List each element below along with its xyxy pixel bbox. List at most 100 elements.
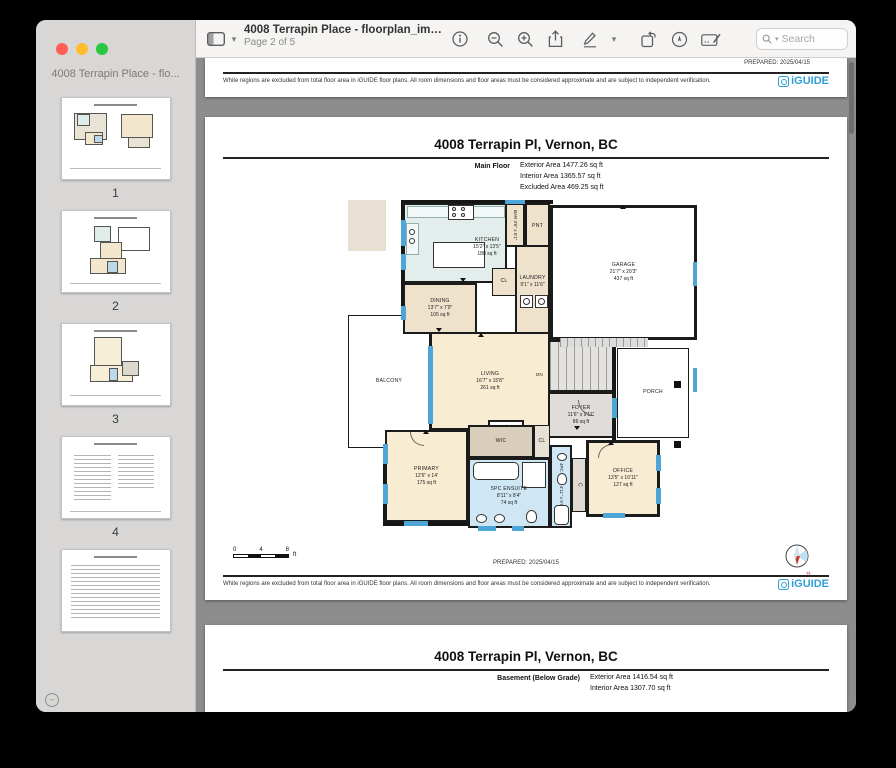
search-chevron-icon: ▾ (775, 36, 779, 43)
document-title-block: 4008 Terrapin Place - floorplan_imperi..… (244, 24, 444, 48)
room-foyer: FOYER 11'6" x 9'11" 86 sq ft (548, 392, 614, 438)
compass-icon: N (783, 543, 813, 577)
thumbnail-sidebar: 4008 Terrapin Place - flo... 1 2 3 4 – (36, 20, 196, 712)
room-pantry: PNT (525, 203, 550, 251)
toolbar: ▾ 4008 Terrapin Place - floorplan_imperi… (196, 20, 856, 58)
pdf-page-3: 4008 Terrapin Pl, Vernon, BC Basement (B… (205, 625, 847, 712)
thumbnail-page-number: 4 (112, 525, 119, 539)
rotate-left-icon[interactable] (637, 20, 659, 58)
page-thumbnail-2[interactable]: 2 (60, 210, 171, 313)
window-marker (505, 200, 525, 204)
thumbnail-list: 1 2 3 4 (36, 97, 195, 682)
vertical-scrollbar[interactable] (849, 62, 854, 134)
prepared-date: PREPARED: 2025/04/15 (744, 60, 810, 66)
thumbnail-page-number: 3 (112, 412, 119, 426)
thumbnail-image-2[interactable] (60, 210, 171, 293)
thumbnail-page-number: 2 (112, 299, 119, 313)
sidebar-zoom-icon[interactable]: – (45, 693, 59, 707)
door-arrow (608, 441, 614, 445)
door-arrow (620, 205, 626, 209)
close-button[interactable] (56, 43, 68, 55)
window-marker (428, 346, 433, 424)
porch-post (674, 441, 681, 448)
page-thumbnail-1[interactable]: 1 (60, 97, 171, 200)
window-marker (401, 306, 406, 320)
sidebar-doc-title: 4008 Terrapin Place - flo... (51, 68, 180, 80)
page-title: 4008 Terrapin Pl, Vernon, BC (434, 137, 618, 152)
window-marker (656, 488, 661, 504)
thumbnail-image-1[interactable] (60, 97, 171, 180)
minimize-button[interactable] (76, 43, 88, 55)
document-scroll-area[interactable]: ft PREPARED: 2025/04/15 White regions ar… (196, 58, 856, 712)
floor-label: Basement (Below Grade) (497, 675, 580, 682)
room-closet: CL (492, 268, 516, 296)
thumbnail-image-4[interactable] (60, 436, 171, 519)
door-arrow (423, 430, 429, 434)
room-living: LIVING 16'7" x 15'8" 261 sq ft (430, 332, 550, 430)
window-marker (383, 444, 388, 464)
window-marker (693, 368, 697, 392)
page-indicator: Page 2 of 5 (244, 37, 296, 48)
window-marker (401, 220, 406, 246)
iguide-logo: iGUIDE (778, 75, 829, 87)
iguide-logo: iGUIDE (778, 578, 829, 590)
room-garage: GARAGE 21'7" x 20'3" 437 sq ft (550, 205, 697, 340)
iguide-logo-icon (778, 75, 790, 87)
form-fill-icon[interactable] (698, 20, 724, 58)
thumbnail-page-number: 1 (112, 186, 119, 200)
floor-plan: BALCONY PORCH KITCHEN 15'2" x 13'5" 188 … (348, 200, 700, 532)
fullscreen-button[interactable] (96, 43, 108, 55)
window-marker (478, 526, 496, 531)
markup-chevron-icon[interactable]: ▾ (606, 20, 622, 58)
iguide-logo-icon (778, 578, 790, 590)
disclaimer-text: White regions are excluded from total fl… (223, 78, 711, 84)
scale-bar: 048 ft (233, 547, 297, 558)
window-marker (404, 521, 428, 526)
pdf-page-1: ft PREPARED: 2025/04/15 White regions ar… (205, 58, 847, 97)
search-field[interactable]: ▾ (756, 28, 848, 50)
thumbnail-image-3[interactable] (60, 323, 171, 406)
window-marker (383, 484, 388, 504)
room-bar: BAR 3'6" x 5'1" (505, 203, 525, 247)
sidebar-toggle-button[interactable] (204, 20, 228, 58)
stairs-dn-label: DN (536, 372, 543, 377)
zoom-in-icon[interactable] (514, 20, 536, 58)
door-arrow (436, 328, 442, 332)
disclaimer-text: White regions are excluded from total fl… (223, 581, 711, 587)
info-icon[interactable] (449, 20, 471, 58)
door-arrow (478, 333, 484, 337)
room-closet-2: CL (534, 425, 550, 458)
garage-door (560, 338, 648, 347)
porch-post (674, 381, 681, 388)
search-input[interactable] (781, 33, 840, 45)
sidebar-options-chevron-icon[interactable]: ▾ (228, 20, 240, 58)
window-marker (512, 526, 524, 531)
thumbnail-image-5[interactable] (60, 549, 171, 632)
window-marker (401, 254, 406, 270)
kitchen-label: KITCHEN 15'2" x 13'5" 188 sq ft (473, 237, 501, 257)
zoom-out-icon[interactable] (484, 20, 506, 58)
fill-sign-icon[interactable] (668, 20, 690, 58)
room-bath: 4PC BATH 4'11" x 9'10" (550, 445, 572, 528)
main-area: ▾ 4008 Terrapin Place - floorplan_imperi… (196, 20, 856, 712)
page-title: 4008 Terrapin Pl, Vernon, BC (434, 649, 618, 664)
markup-pencil-icon[interactable] (579, 20, 601, 58)
room-office: OFFICE 13'5" x 10'11" 127 sq ft (586, 440, 660, 517)
document-title: 4008 Terrapin Place - floorplan_imperi..… (244, 24, 444, 36)
stairs (548, 340, 614, 392)
pdf-page-2: 4008 Terrapin Pl, Vernon, BC Main Floor … (205, 117, 847, 600)
page-thumbnail-3[interactable]: 3 (60, 323, 171, 426)
preview-window: 4008 Terrapin Place - flo... 1 2 3 4 – ▾… (36, 20, 856, 712)
room-closet-c: C (572, 458, 586, 512)
page-thumbnail-4[interactable]: 4 (60, 436, 171, 539)
share-icon[interactable] (544, 20, 566, 58)
search-icon (762, 34, 772, 44)
room-wic: WIC (468, 425, 534, 458)
prepared-date: PREPARED: 2025/04/15 (493, 560, 559, 566)
floor-areas: Exterior Area 1477.26 sq ft Interior Are… (520, 162, 604, 191)
page-thumbnail-5[interactable] (60, 549, 171, 632)
floor-areas: Exterior Area 1416.54 sq ft Interior Are… (590, 674, 673, 692)
door-arrow (574, 426, 580, 430)
window-marker (603, 513, 625, 518)
window-marker (693, 262, 697, 286)
